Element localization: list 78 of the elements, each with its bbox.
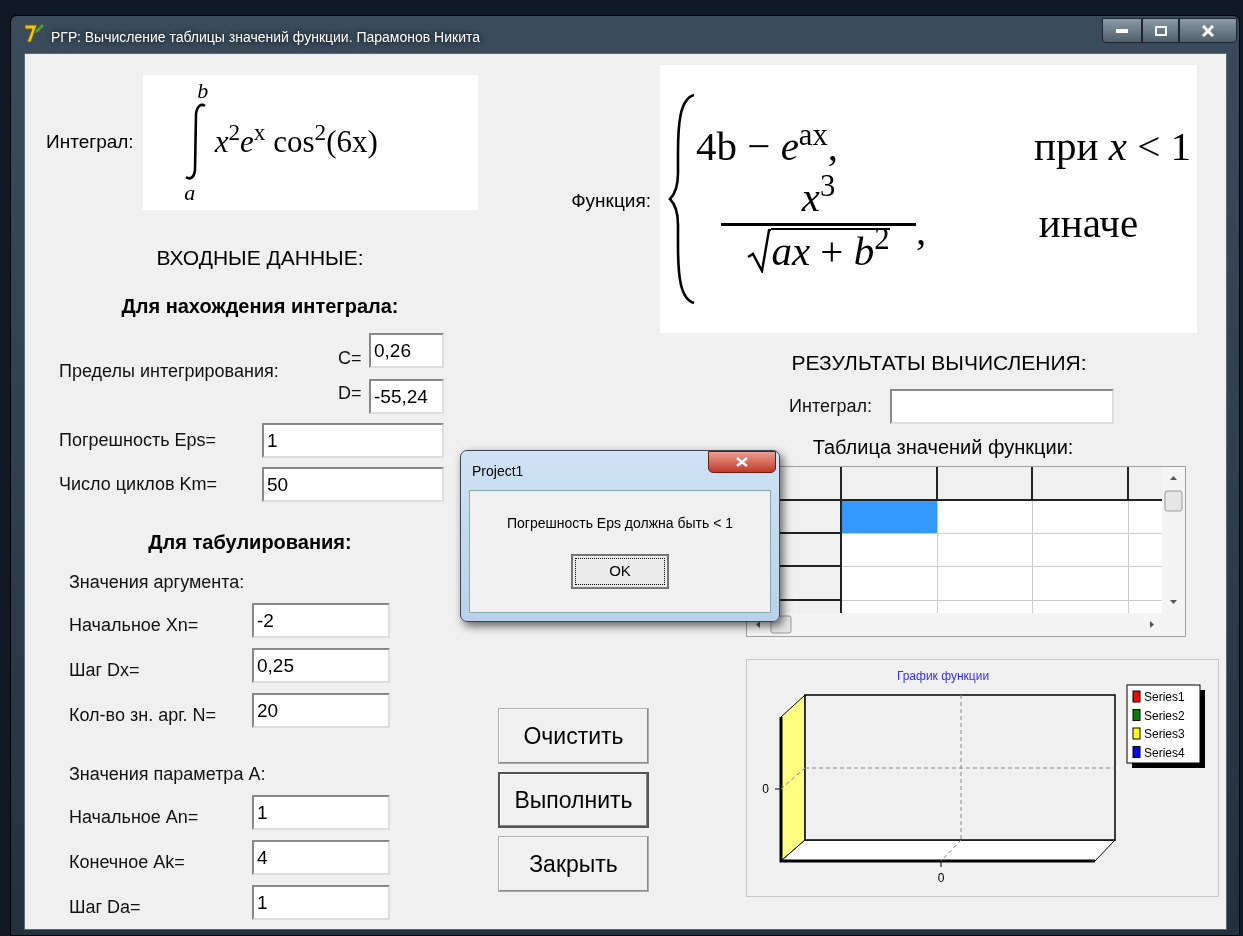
grid-cell[interactable]	[842, 534, 938, 567]
numerator: x$^{3}$	[801, 175, 836, 221]
case-condition: иначе	[1037, 201, 1140, 247]
subsection-heading: Для табулирования:	[147, 530, 353, 555]
integral-label: Интеграл:	[46, 129, 134, 154]
case-expression: 4b − e$^{ax}$,	[696, 124, 840, 170]
limit-field[interactable]: -55,24	[369, 379, 444, 414]
ok-button[interactable]: OK	[571, 553, 669, 589]
axis-tick-label: 0	[762, 782, 769, 796]
upper-limit: b	[197, 80, 209, 102]
limits-label: Пределы интегрирования:	[59, 360, 279, 383]
punctuation: ,	[916, 208, 927, 254]
field-label: Погрешность Eps=	[59, 429, 217, 452]
dialog-message: Погрешность Eps должна быть < 1	[507, 513, 733, 533]
minimize-icon	[1116, 28, 1128, 33]
legend-label: Series1	[1144, 690, 1185, 704]
lower-limit: a	[184, 182, 196, 204]
legend-label: Series3	[1144, 727, 1185, 741]
maximize-button[interactable]	[1142, 18, 1179, 43]
field-label: Шаг Dx=	[69, 659, 141, 682]
value-field[interactable]: 1	[252, 885, 390, 920]
window-title: РГР: Вычисление таблицы значений функции. Парамонов Никита	[51, 28, 481, 47]
value-field[interactable]: -2	[252, 603, 390, 638]
limit-label: C=	[338, 347, 363, 370]
section-heading: ВХОДНЫЕ ДАННЫЕ:	[155, 244, 365, 271]
string-grid[interactable]	[746, 466, 1186, 637]
field-label: Начальное Xn=	[69, 614, 200, 637]
grid-cell[interactable]	[1033, 534, 1129, 567]
result-label: Интеграл:	[789, 395, 873, 418]
action-button[interactable]: Очистить	[498, 708, 649, 764]
grid-cell[interactable]	[1033, 501, 1129, 534]
result-field[interactable]	[890, 389, 1115, 424]
field-label: Конечное Ak=	[69, 851, 186, 874]
grid-cell[interactable]	[1129, 501, 1162, 534]
grid-cell[interactable]	[842, 501, 938, 534]
legend-label: Series4	[1144, 745, 1185, 760]
function-label: Функция:	[570, 188, 652, 213]
section-heading: РЕЗУЛЬТАТЫ ВЫЧИСЛЕНИЯ:	[790, 349, 1088, 376]
dialog-title: Project1	[471, 461, 524, 481]
value-field[interactable]: 1	[252, 795, 390, 830]
table-heading: Таблица значений функции:	[812, 435, 1074, 460]
value-field[interactable]: 50	[262, 467, 444, 502]
integrand: x$^{2}$e$^{x}$ cos$^{2}$(6x)	[214, 118, 378, 161]
group-label: Значения аргумента:	[69, 571, 246, 594]
minimize-button[interactable]	[1102, 18, 1142, 43]
field-label: Начальное An=	[69, 806, 200, 829]
dialog-close-button[interactable]	[708, 450, 776, 473]
value-field[interactable]: 4	[252, 840, 390, 875]
close-icon	[1202, 24, 1214, 37]
value-field[interactable]: 1	[262, 423, 444, 458]
brace-icon	[668, 92, 696, 305]
maximize-icon	[1154, 25, 1167, 36]
grid-cell[interactable]	[938, 534, 1033, 567]
value-field[interactable]: 20	[252, 693, 390, 728]
limit-field[interactable]: 0,26	[369, 333, 444, 368]
subsection-heading: Для нахождения интеграла:	[120, 294, 400, 319]
field-label: Кол-во зн. арг. N=	[69, 704, 218, 727]
value-field[interactable]: 0,25	[252, 648, 390, 683]
root-sign-icon	[747, 228, 772, 273]
grid-cell[interactable]	[1129, 567, 1162, 601]
app-icon	[23, 22, 45, 44]
close-icon	[736, 456, 748, 467]
limit-label: D=	[338, 382, 363, 405]
grid-cell[interactable]	[938, 567, 1033, 601]
group-label: Значения параметра A:	[69, 763, 267, 786]
chart-title: График функции	[896, 669, 990, 683]
close-button[interactable]	[1179, 18, 1237, 43]
grid-cell[interactable]	[1033, 567, 1129, 601]
grid-cell[interactable]	[1129, 534, 1162, 567]
field-label: Шаг Da=	[69, 896, 142, 919]
case-condition: при x < 1	[1033, 124, 1191, 170]
axis-tick-label: 0	[937, 871, 945, 885]
action-button[interactable]: Выполнить	[498, 772, 649, 828]
legend-label: Series2	[1144, 708, 1185, 723]
grid-cell[interactable]	[938, 501, 1033, 534]
field-label: Число циклов Km=	[59, 473, 217, 496]
grid-cell[interactable]	[842, 567, 938, 601]
action-button[interactable]: Закрыть	[498, 836, 649, 892]
